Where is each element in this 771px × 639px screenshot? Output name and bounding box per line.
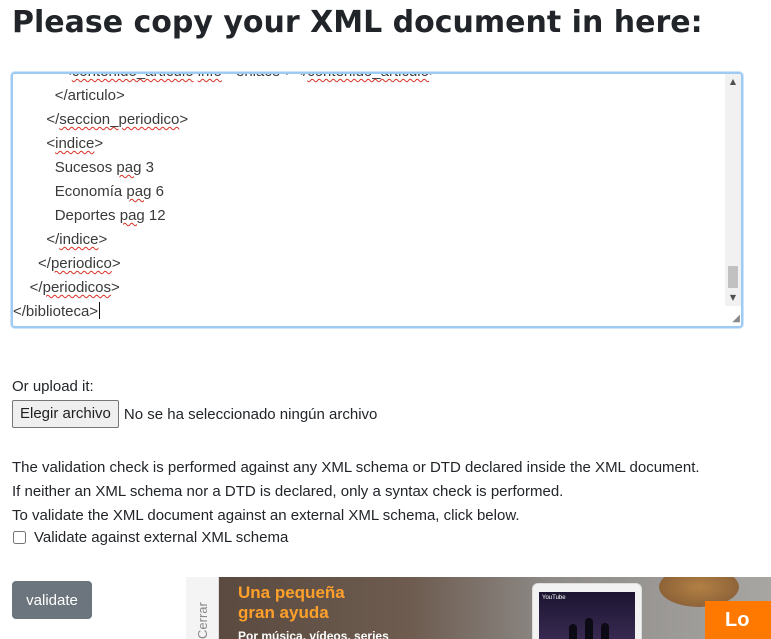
vertical-scrollbar[interactable]: ▲ ▼: [725, 74, 741, 306]
page-title: Please copy your XML document in here:: [12, 5, 703, 40]
spellcheck-flagged-word: indice: [59, 231, 99, 248]
code-token: Deportes: [54, 207, 120, 224]
code-token: </articulo>: [54, 87, 125, 104]
code-token: </biblioteca>: [13, 303, 99, 320]
external-schema-label[interactable]: Validate against external XML schema: [34, 529, 288, 546]
youtube-logo: YouTube: [542, 595, 566, 601]
code-line[interactable]: Sucesos pag 3: [13, 156, 723, 180]
code-token: >: [94, 135, 104, 152]
performer-figure: [585, 618, 593, 639]
xml-input-textarea[interactable]: <contenido_articulo info="enlace"></cont…: [11, 72, 743, 328]
code-line[interactable]: </seccion_periodico>: [13, 108, 723, 132]
spellcheck-flagged-word: indice: [55, 135, 95, 152]
code-token: >: [98, 231, 108, 248]
scrollbar-thumb[interactable]: [728, 266, 738, 288]
code-token: 12: [144, 207, 166, 224]
tablet-image: YouTube: [532, 583, 642, 639]
ad-close-label[interactable]: Cerrar: [195, 602, 210, 639]
info-line: If neither an XML schema nor a DTD is de…: [12, 483, 564, 500]
code-line[interactable]: Economía pag 6: [13, 180, 723, 204]
validation-info: The validation check is performed agains…: [12, 456, 700, 528]
code-line[interactable]: </biblioteca>: [13, 300, 723, 324]
ad-content[interactable]: Una pequeña gran ayuda Por música, vídeo…: [219, 577, 771, 639]
code-token: 6: [151, 183, 164, 200]
choose-file-button[interactable]: Elegir archivo: [12, 400, 119, 428]
code-line[interactable]: <indice>: [13, 132, 723, 156]
spellcheck-flagged-word: pag: [116, 159, 142, 176]
upload-label: Or upload it:: [12, 378, 94, 395]
code-token: </: [46, 111, 60, 128]
spellcheck-flagged-word: contenido_articulo: [72, 74, 194, 80]
code-token: >: [429, 74, 438, 80]
code-token: >: [111, 255, 121, 272]
code-line[interactable]: </periodicos>: [13, 276, 723, 300]
code-line[interactable]: <contenido_articulo info="enlace"></cont…: [13, 74, 723, 84]
xml-code-content[interactable]: <contenido_articulo info="enlace"></cont…: [13, 74, 723, 324]
code-line[interactable]: </periodico>: [13, 252, 723, 276]
code-line[interactable]: Deportes pag 12: [13, 204, 723, 228]
code-token: </: [46, 231, 60, 248]
spellcheck-flagged-word: seccion_periodico: [59, 111, 180, 128]
code-token: <: [46, 135, 56, 152]
performer-figure: [601, 623, 609, 639]
spellcheck-flagged-word: pag: [119, 207, 145, 224]
tablet-screen: YouTube: [539, 592, 635, 639]
ad-cta-button[interactable]: Lo: [705, 601, 771, 639]
code-token: >: [110, 279, 120, 296]
code-line[interactable]: </articulo>: [13, 84, 723, 108]
file-upload-row: Elegir archivo No se ha seleccionado nin…: [12, 400, 377, 428]
ad-headline-line: gran ayuda: [238, 603, 329, 622]
spellcheck-flagged-word: contenido_articulo: [307, 74, 429, 80]
code-token: Sucesos: [54, 159, 117, 176]
ad-subline: Por música, vídeos, series: [238, 629, 389, 639]
ad-headline: Una pequeña gran ayuda: [238, 583, 345, 623]
code-token: <: [63, 74, 72, 80]
ad-headline-line: Una pequeña: [238, 583, 345, 602]
code-token: Economía: [54, 183, 127, 200]
code-token: </: [29, 279, 43, 296]
info-line: The validation check is performed agains…: [12, 459, 700, 476]
advertisement-banner[interactable]: Cerrar Una pequeña gran ayuda Por música…: [186, 577, 771, 639]
resize-grip-icon[interactable]: ◢: [728, 313, 740, 325]
code-token: >: [179, 111, 189, 128]
spellcheck-flagged-word: pag: [126, 183, 152, 200]
scroll-up-icon[interactable]: ▲: [725, 74, 741, 90]
scroll-down-icon[interactable]: ▼: [725, 290, 741, 306]
external-schema-checkbox[interactable]: [13, 530, 26, 544]
info-line: To validate the XML document against an …: [12, 507, 520, 524]
code-line[interactable]: </indice>: [13, 228, 723, 252]
validate-button[interactable]: validate: [12, 581, 92, 619]
code-token: ="enlace"></: [222, 74, 307, 80]
spellcheck-flagged-word: periodico: [50, 255, 112, 272]
code-token: 3: [141, 159, 154, 176]
ad-close-button[interactable]: Cerrar: [186, 577, 219, 639]
external-schema-option: Validate against external XML schema: [12, 526, 288, 548]
spellcheck-flagged-word: periodicos: [42, 279, 111, 296]
performer-figure: [569, 624, 577, 639]
spellcheck-flagged-word: info: [198, 74, 222, 80]
code-token: </: [38, 255, 51, 272]
text-cursor: [99, 302, 101, 319]
file-status-text: No se ha seleccionado ningún archivo: [123, 405, 378, 423]
